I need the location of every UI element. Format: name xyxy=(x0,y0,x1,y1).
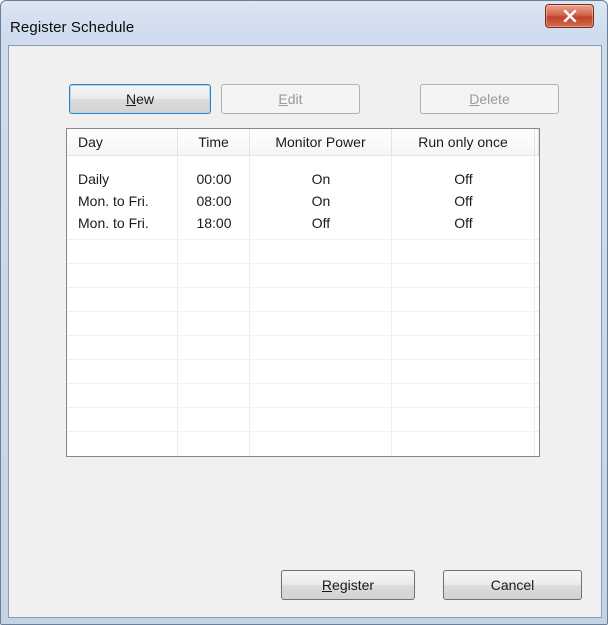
row-gridline xyxy=(67,263,539,264)
column-header-filler xyxy=(535,129,539,155)
column-header-time[interactable]: Time xyxy=(178,129,250,155)
delete-button[interactable]: Delete xyxy=(420,84,559,114)
column-header-monitor-power[interactable]: Monitor Power xyxy=(250,129,392,155)
row-gridline xyxy=(67,311,539,312)
close-button[interactable] xyxy=(545,4,594,28)
schedule-list[interactable]: Day Time Monitor Power Run only once Dai… xyxy=(66,128,540,457)
cell-day: Mon. to Fri. xyxy=(78,193,149,209)
close-icon xyxy=(563,10,577,22)
cell-monitor-power: Off xyxy=(311,215,331,231)
cell-run-only-once: Off xyxy=(454,193,473,209)
title-bar[interactable]: Register Schedule xyxy=(1,1,607,45)
row-gridline xyxy=(67,359,539,360)
dialog-window: Register Schedule New Edit Delete Day Ti… xyxy=(0,0,608,625)
cell-monitor-power: On xyxy=(311,171,331,187)
dialog-client-area: New Edit Delete Day Time Monitor Power R… xyxy=(8,45,602,618)
row-gridline xyxy=(67,407,539,408)
column-header-day[interactable]: Day xyxy=(67,129,178,155)
list-header: Day Time Monitor Power Run only once xyxy=(67,129,539,156)
cell-day: Mon. to Fri. xyxy=(78,215,149,231)
row-gridline xyxy=(67,335,539,336)
cell-day: Daily xyxy=(78,171,110,187)
row-gridline xyxy=(67,239,539,240)
cell-time: 18:00 xyxy=(196,215,232,231)
row-gridline xyxy=(67,287,539,288)
register-button[interactable]: Register xyxy=(281,570,415,600)
cancel-button[interactable]: Cancel xyxy=(443,570,582,600)
edit-button[interactable]: Edit xyxy=(221,84,360,114)
table-row[interactable]: Mon. to Fri. 08:00 On Off xyxy=(67,191,535,213)
cell-monitor-power: On xyxy=(311,193,331,209)
cell-time: 08:00 xyxy=(196,193,232,209)
cell-run-only-once: Off xyxy=(454,171,473,187)
new-button[interactable]: New xyxy=(69,84,211,114)
cell-time: 00:00 xyxy=(196,171,232,187)
cell-run-only-once: Off xyxy=(454,215,473,231)
column-header-run-only-once[interactable]: Run only once xyxy=(392,129,535,155)
row-gridline xyxy=(67,383,539,384)
table-row[interactable]: Mon. to Fri. 18:00 Off Off xyxy=(67,213,535,235)
table-row[interactable]: Daily 00:00 On Off xyxy=(67,169,535,191)
row-gridline xyxy=(67,431,539,432)
window-title: Register Schedule xyxy=(10,19,135,36)
